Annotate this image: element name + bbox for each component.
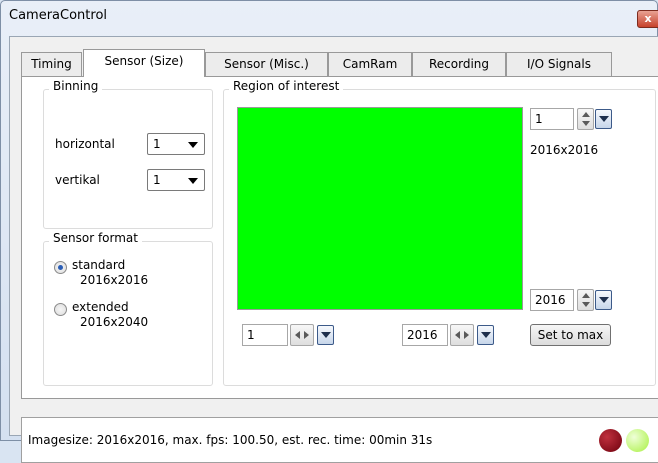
roi-x-start-spinner[interactable] <box>290 324 314 346</box>
spin-left-icon <box>455 331 460 339</box>
spin-down-icon <box>582 121 590 126</box>
window-title: CameraControl <box>9 8 108 23</box>
roi-x-end-input[interactable]: 2016 <box>402 324 448 346</box>
roi-y-end-dropdown[interactable] <box>595 290 612 310</box>
vertical-binning-value: 1 <box>153 173 161 187</box>
standard-format-label: standard <box>72 258 126 272</box>
extended-format-size: 2016x2040 <box>80 315 149 329</box>
horizontal-binning-select[interactable]: 1 <box>147 133 205 155</box>
roi-size-label: 2016x2016 <box>530 143 599 157</box>
roi-y-start-spinner[interactable] <box>577 108 594 130</box>
standard-format-size: 2016x2016 <box>80 273 149 287</box>
extended-format-radio[interactable] <box>54 303 67 316</box>
vertical-binning-select[interactable]: 1 <box>147 169 205 191</box>
horizontal-binning-value: 1 <box>153 137 161 151</box>
horizontal-label: horizontal <box>55 137 115 151</box>
status-text: Imagesize: 2016x2016, max. fps: 100.50, … <box>28 433 433 447</box>
set-to-max-button[interactable]: Set to max <box>530 324 611 346</box>
spin-left-icon <box>295 331 300 339</box>
sensor-format-group-title: Sensor format <box>49 231 142 245</box>
roi-x-end-spinner[interactable] <box>450 324 474 346</box>
vertical-label: vertikal <box>55 173 100 187</box>
chevron-down-icon <box>188 142 198 148</box>
tab-io-signals[interactable]: I/O Signals <box>506 52 612 76</box>
binning-group-title: Binning <box>49 79 103 93</box>
spin-up-icon <box>582 112 590 117</box>
tab-sensor-size[interactable]: Sensor (Size) <box>83 49 205 77</box>
binning-group <box>43 89 213 229</box>
roi-x-start-input[interactable]: 1 <box>242 324 288 346</box>
roi-x-start-dropdown[interactable] <box>317 325 334 345</box>
spin-down-icon <box>582 302 590 307</box>
camera-control-window: CameraControl x Timing Sensor (Size) Sen… <box>0 0 658 463</box>
tab-panel-sensor-size: Binning horizontal 1 vertikal 1 Sensor f… <box>21 76 658 399</box>
spin-up-icon <box>582 293 590 298</box>
roi-y-start-dropdown[interactable] <box>595 109 612 129</box>
tab-sensor-misc[interactable]: Sensor (Misc.) <box>205 52 328 76</box>
roi-y-end-spinner[interactable] <box>577 289 594 311</box>
spin-right-icon <box>464 331 469 339</box>
spin-right-icon <box>304 331 309 339</box>
status-bar: Imagesize: 2016x2016, max. fps: 100.50, … <box>21 417 658 463</box>
roi-x-end-dropdown[interactable] <box>477 325 494 345</box>
roi-y-end-input[interactable]: 2016 <box>530 289 574 311</box>
tab-camram[interactable]: CamRam <box>328 52 412 76</box>
chevron-down-icon <box>188 178 198 184</box>
roi-group-title: Region of interest <box>229 79 344 93</box>
tab-recording[interactable]: Recording <box>412 52 506 76</box>
tab-timing[interactable]: Timing <box>21 52 82 76</box>
roi-preview[interactable] <box>237 107 523 310</box>
standard-format-radio[interactable] <box>54 261 67 274</box>
close-button[interactable]: x <box>637 10 658 28</box>
extended-format-label: extended <box>72 300 129 314</box>
roi-y-start-input[interactable]: 1 <box>530 108 574 130</box>
client-area: Timing Sensor (Size) Sensor (Misc.) CamR… <box>9 36 658 463</box>
